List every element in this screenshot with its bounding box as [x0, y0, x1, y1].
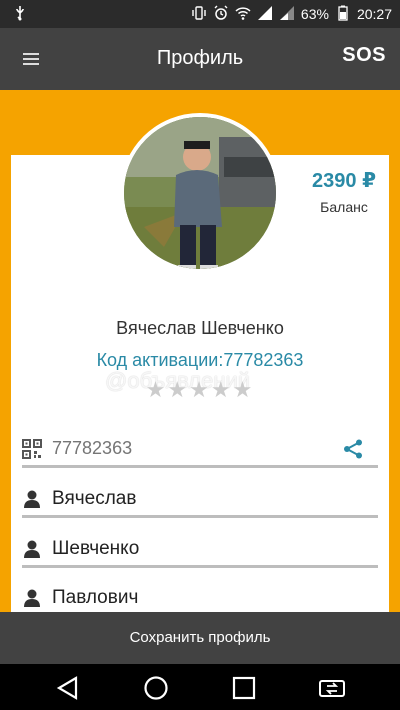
usb-icon — [12, 5, 28, 24]
avatar[interactable] — [120, 113, 280, 273]
battery-percent: 63% — [300, 6, 329, 22]
save-profile-button[interactable]: Сохранить профиль — [0, 612, 400, 664]
clock: 20:27 — [356, 6, 392, 22]
first-name-value[interactable]: Вячеслав — [52, 488, 378, 510]
balance-amount: 2390 ₽ — [312, 170, 376, 192]
activation-code-field — [22, 432, 378, 468]
home-icon[interactable] — [142, 674, 170, 702]
star-icon[interactable]: ★ — [233, 377, 255, 402]
system-nav-bar — [0, 664, 400, 710]
app-bar: Профиль SOS — [0, 28, 400, 90]
qr-code-icon — [22, 438, 42, 459]
star-icon[interactable]: ★ — [189, 377, 211, 402]
recents-icon[interactable] — [230, 674, 258, 702]
back-icon[interactable] — [54, 674, 82, 702]
vibrate-icon — [191, 5, 207, 24]
balance: 2390 ₽ Баланс — [312, 168, 376, 215]
star-icon[interactable]: ★ — [211, 377, 233, 402]
activation-code-input[interactable] — [52, 438, 342, 459]
first-name-field[interactable]: Вячеслав — [22, 482, 378, 518]
page-title: Профиль — [156, 47, 244, 69]
star-icon[interactable]: ★ — [146, 377, 168, 402]
user-full-name: Вячеслав Шевченко — [116, 318, 284, 338]
star-icon[interactable]: ★ — [167, 377, 189, 402]
patronymic-field[interactable]: Павлович — [22, 580, 378, 616]
last-name-field[interactable]: Шевченко — [22, 532, 378, 568]
rating-stars[interactable]: ★★★★★ — [0, 377, 400, 403]
patronymic-value[interactable]: Павлович — [52, 587, 378, 609]
sos-button[interactable]: SOS — [342, 44, 386, 67]
balance-label: Баланс — [320, 199, 368, 215]
signal-icon — [257, 5, 273, 24]
status-bar: 63% 20:27 — [0, 0, 400, 28]
switch-apps-icon[interactable] — [318, 674, 346, 702]
signal-icon-2 — [279, 5, 295, 24]
last-name-value[interactable]: Шевченко — [52, 538, 378, 560]
person-icon — [22, 539, 42, 559]
wifi-icon — [235, 5, 251, 24]
person-icon — [22, 588, 42, 608]
share-icon[interactable] — [342, 438, 364, 460]
battery-icon — [335, 5, 351, 24]
person-icon — [22, 489, 42, 509]
alarm-icon — [213, 5, 229, 24]
